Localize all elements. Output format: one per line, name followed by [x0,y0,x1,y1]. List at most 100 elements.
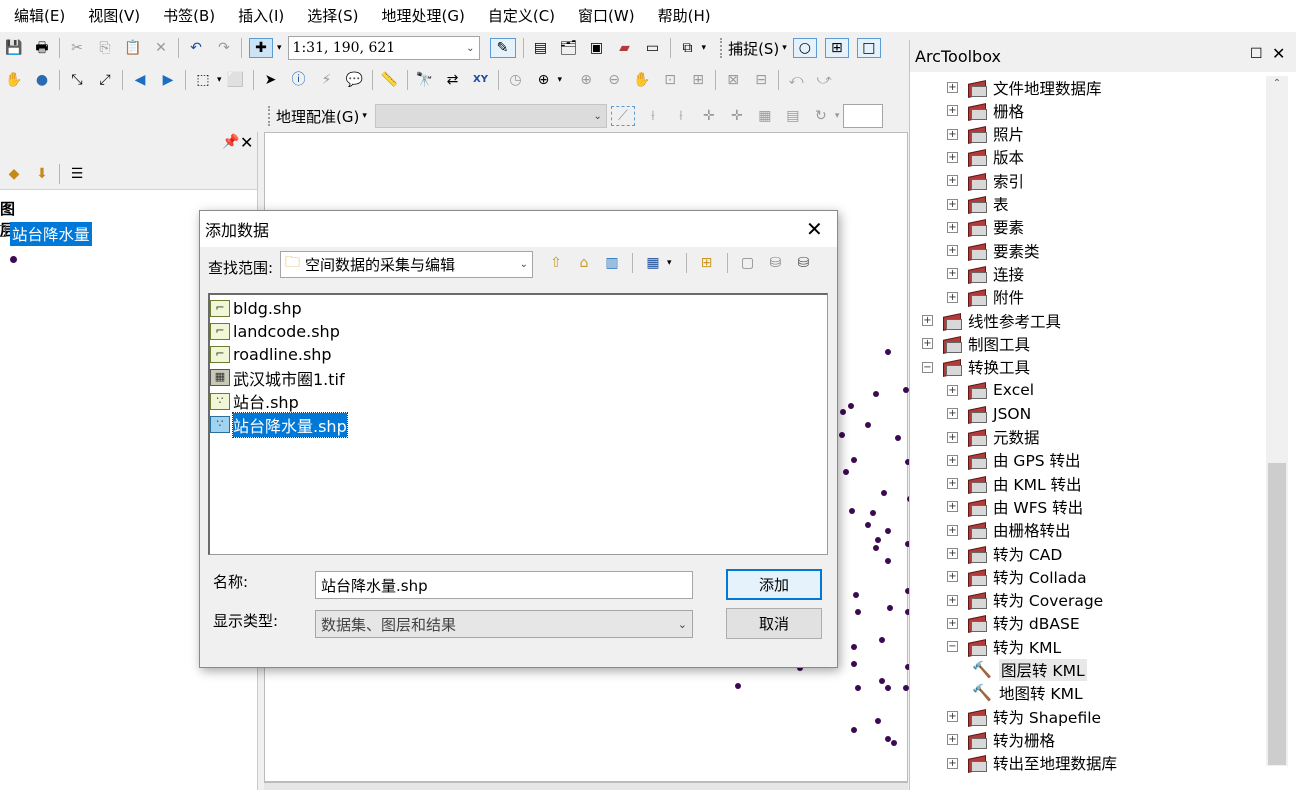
add-data-icon[interactable]: ✚ [249,38,273,58]
end-snapping-icon[interactable]: ⊞ [824,38,849,58]
snapping-dropdown-icon[interactable]: ▾ [782,43,787,53]
file-item[interactable]: ∵ 站台降水量.shp [210,411,348,438]
tool-item[interactable]: 🔨 图层转 KML [972,659,1087,682]
rotate-icon[interactable]: ⟋ [610,106,635,126]
save-icon[interactable]: 💾 [4,38,24,58]
view-dropdown-icon[interactable]: ▾ [667,258,672,268]
toolset-item[interactable]: + 转为 Collada [947,565,1087,588]
expand-icon[interactable]: + [947,268,958,280]
select-dropdown-icon[interactable]: ▾ [217,75,222,85]
home-icon[interactable]: ⌂ [574,253,594,273]
shift-icon[interactable]: ⟊ [643,106,663,126]
close-icon[interactable]: ✕ [1272,44,1285,63]
expand-icon[interactable]: + [947,757,958,769]
name-input[interactable]: 站台降水量.shp [315,571,693,599]
toolset-item[interactable]: + 转为 Coverage [947,589,1103,612]
select-elements-icon[interactable]: ➤ [261,70,281,90]
expand-icon[interactable]: + [922,338,933,350]
file-item[interactable]: ⌐ bldg.shp [210,297,302,319]
menu-item[interactable]: 地理处理(G) [368,1,474,31]
toggle-contents-icon[interactable]: ▥ [602,253,622,273]
full-extent-icon[interactable]: ● [32,70,52,90]
toolset-item[interactable]: + 版本 [947,146,1024,169]
expand-icon[interactable]: + [947,221,958,233]
catalog-icon[interactable]: 🗂 [559,38,579,58]
add-data-dropdown-icon[interactable]: ▾ [277,43,282,53]
menu-item[interactable]: 自定义(C) [474,1,564,31]
list-by-source-icon[interactable]: ⬇ [32,164,52,184]
back-extent-icon[interactable]: ◀ [130,70,150,90]
up-one-level-icon[interactable]: ⇧ [546,253,566,273]
expand-icon[interactable]: + [947,128,958,140]
toolset-item[interactable]: + 元数据 [947,426,1040,449]
viewer-icon[interactable]: ▤ [783,106,803,126]
expand-icon[interactable]: + [947,548,958,559]
editor-toolbar-icon[interactable]: ✎ [489,38,516,58]
undo-icon[interactable]: ↶ [186,38,206,58]
view-link-table-icon[interactable]: ▦ [755,106,775,126]
layer-name[interactable]: 站台降水量 [10,222,92,246]
toolset-item[interactable]: + 转为栅格 [947,728,1055,751]
snapping-menu[interactable]: 捕捉(S) [728,38,779,59]
expand-icon[interactable]: + [947,291,958,303]
hyperlink-icon[interactable]: ⚡ [317,70,337,90]
rotation-angle-input[interactable] [843,104,884,128]
menu-item[interactable]: 视图(V) [74,1,149,31]
list-by-drawing-order-icon[interactable]: ◆ [4,164,24,184]
add-control-points-icon[interactable]: ✛ [699,106,719,126]
go-back-layout-icon[interactable]: ⤺ [786,70,806,90]
go-forward-layout-icon[interactable]: ⤻ [814,70,834,90]
toolset-item[interactable]: + 表 [947,193,1009,216]
close-icon[interactable]: ✕ [240,133,253,152]
toolset-item[interactable]: + 由栅格转出 [947,519,1071,542]
toc-options-icon[interactable]: ☰ [67,164,87,184]
toolset-item[interactable]: + 索引 [947,169,1024,192]
layout-pan-icon[interactable]: ✋ [632,70,652,90]
toolset-item[interactable]: − 转换工具 [922,356,1030,379]
toolset-item[interactable]: + 附件 [947,286,1024,309]
tools-overflow-icon[interactable]: ▾ [558,75,563,85]
georeferencing-dropdown-icon[interactable]: ▾ [362,111,367,121]
scale-icon[interactable]: ⟊ [671,106,691,126]
forward-extent-icon[interactable]: ▶ [158,70,178,90]
toolset-item[interactable]: + 转为 CAD [947,542,1062,565]
menu-item[interactable]: 编辑(E) [0,1,74,31]
layout-zoom-out-icon[interactable]: ⊖ [604,70,624,90]
html-popup-icon[interactable]: 💬 [345,70,365,90]
scroll-thumb[interactable] [1268,463,1286,765]
new-geodatabase-icon[interactable]: ⛁ [766,253,786,273]
toolset-item[interactable]: + 线性参考工具 [922,309,1061,332]
scroll-up-icon[interactable]: ⌃ [1266,78,1288,89]
toolbox-scrollbar[interactable]: ⌃ [1266,76,1288,766]
identify-icon[interactable]: ⓘ [289,70,309,90]
toolset-item[interactable]: + 栅格 [947,99,1024,122]
expand-icon[interactable]: + [947,524,958,536]
collapse-icon[interactable]: − [947,641,958,653]
menu-item[interactable]: 书签(B) [149,1,224,31]
view-list-icon[interactable]: ▦ [643,253,663,273]
add-button[interactable]: 添加 [726,569,822,600]
collapse-icon[interactable]: − [922,361,933,373]
connect-folder-icon[interactable]: ⊞ [697,253,717,273]
expand-icon[interactable]: + [947,151,958,163]
file-list[interactable]: ⌐ bldg.shp ⌐ landcode.shp ⌐ roadline.shp ▦ 武汉城市… [208,293,828,555]
expand-icon[interactable]: + [947,82,958,93]
toolset-item[interactable]: + 由 KML 转出 [947,472,1082,495]
arctoolbox-icon[interactable]: ▰ [615,38,635,58]
toolset-item[interactable]: + 照片 [947,123,1024,146]
fixed-zoom-in-icon[interactable]: ⤡ [67,70,87,90]
expand-icon[interactable]: + [947,454,958,466]
pin-icon[interactable]: 📌 [222,134,239,150]
fixed-zoom-out-icon[interactable]: ⤢ [95,70,115,90]
redo-icon[interactable]: ↷ [214,38,234,58]
new-folder-icon[interactable]: ▢ [738,253,758,273]
maximize-icon[interactable]: ☐ [1250,46,1263,62]
expand-icon[interactable]: + [947,594,958,606]
delete-icon[interactable]: ✕ [151,38,171,58]
file-item[interactable]: ⌐ landcode.shp [210,320,340,342]
map-scale-combo[interactable]: 1:31, 190, 621 ⌄ [287,36,480,60]
menu-item[interactable]: 帮助(H) [644,1,720,31]
expand-icon[interactable]: + [947,198,958,210]
point-snapping-icon[interactable]: ○ [792,38,817,58]
menu-item[interactable]: 选择(S) [293,1,367,31]
